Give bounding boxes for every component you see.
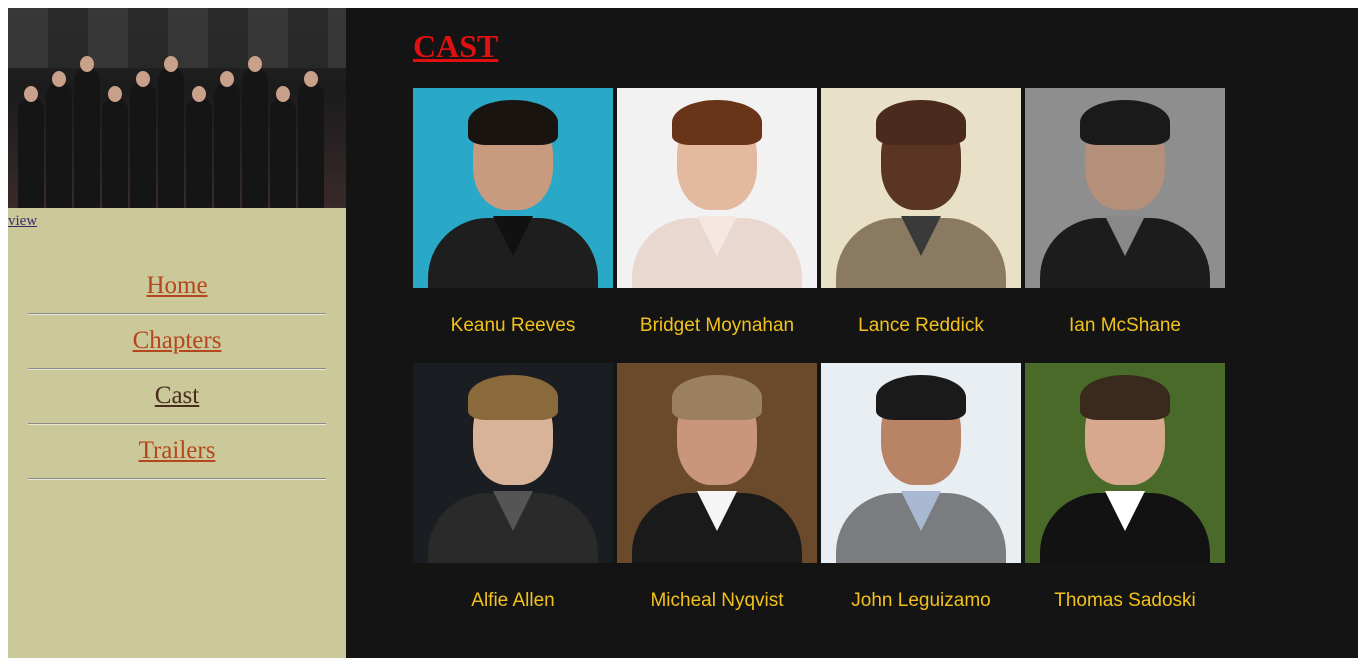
photo-hair bbox=[1080, 375, 1170, 420]
cast-name: Keanu Reeves bbox=[450, 314, 576, 336]
banner-figure bbox=[18, 98, 44, 208]
main-content: CAST Keanu Reeves Bridget Moynahan Lance R… bbox=[346, 8, 1358, 658]
page-title: CAST bbox=[413, 28, 499, 64]
banner-face bbox=[52, 71, 66, 87]
banner-face bbox=[276, 86, 290, 102]
cast-grid: Keanu Reeves Bridget Moynahan Lance Reddic… bbox=[413, 88, 1225, 638]
cast-card: Micheal Nyqvist bbox=[617, 363, 817, 638]
photo-hair bbox=[672, 375, 762, 420]
cast-photo bbox=[821, 88, 1021, 288]
cast-name: Alfie Allen bbox=[471, 589, 555, 611]
nav-link-trailers[interactable]: Trailers bbox=[139, 437, 216, 464]
banner-face bbox=[192, 86, 206, 102]
cast-photo bbox=[413, 363, 613, 563]
banner-figure bbox=[214, 83, 240, 208]
cast-card: Lance Reddick bbox=[821, 88, 1021, 363]
photo-hair bbox=[1080, 100, 1170, 145]
banner-face bbox=[164, 56, 178, 72]
banner-face bbox=[108, 86, 122, 102]
banner-face bbox=[80, 56, 94, 72]
photo-hair bbox=[876, 375, 966, 420]
sidebar-item-home: Home bbox=[28, 259, 326, 314]
sidebar-item-chapters: Chapters bbox=[28, 314, 326, 369]
sidebar-nav: Home Chapters Cast Trailers bbox=[8, 259, 346, 479]
banner-figure bbox=[102, 98, 128, 208]
banner-figure bbox=[46, 83, 72, 208]
cast-photo bbox=[413, 88, 613, 288]
cast-card: Alfie Allen bbox=[413, 363, 613, 638]
banner-face bbox=[136, 71, 150, 87]
cast-card: Keanu Reeves bbox=[413, 88, 613, 363]
banner-figure bbox=[270, 98, 296, 208]
cast-name: Thomas Sadoski bbox=[1054, 589, 1196, 611]
banner-figure bbox=[74, 68, 100, 208]
cast-banner-image bbox=[8, 8, 346, 208]
banner-face bbox=[24, 86, 38, 102]
nav-link-chapters[interactable]: Chapters bbox=[133, 327, 222, 354]
sidebar-item-trailers: Trailers bbox=[28, 424, 326, 479]
photo-hair bbox=[468, 375, 558, 420]
banner-figure bbox=[130, 83, 156, 208]
cast-name: Micheal Nyqvist bbox=[650, 589, 784, 611]
banner-figure bbox=[158, 68, 184, 208]
sidebar-item-cast: Cast bbox=[28, 369, 326, 424]
nav-link-home[interactable]: Home bbox=[146, 272, 207, 299]
photo-hair bbox=[468, 100, 558, 145]
banner-figure bbox=[186, 98, 212, 208]
photo-hair bbox=[672, 100, 762, 145]
sidebar: view Home Chapters Cast Trailers bbox=[8, 8, 346, 658]
cast-photo bbox=[617, 363, 817, 563]
photo-hair bbox=[876, 100, 966, 145]
cast-name: Bridget Moynahan bbox=[639, 314, 795, 336]
cast-card: Thomas Sadoski bbox=[1025, 363, 1225, 638]
cast-card: Bridget Moynahan bbox=[617, 88, 817, 363]
banner-face bbox=[304, 71, 318, 87]
banner-face bbox=[248, 56, 262, 72]
cast-photo bbox=[821, 363, 1021, 563]
banner-face bbox=[220, 71, 234, 87]
cast-photo bbox=[1025, 88, 1225, 288]
cast-photo bbox=[1025, 363, 1225, 563]
banner-figure bbox=[298, 83, 324, 208]
view-link[interactable]: view bbox=[8, 213, 346, 229]
banner-figure bbox=[242, 68, 268, 208]
cast-name: Lance Reddick bbox=[858, 314, 984, 336]
cast-name: John Leguizamo bbox=[851, 589, 991, 611]
cast-photo bbox=[617, 88, 817, 288]
cast-card: John Leguizamo bbox=[821, 363, 1021, 638]
nav-link-cast[interactable]: Cast bbox=[155, 382, 199, 409]
cast-name: Ian McShane bbox=[1069, 314, 1181, 336]
cast-card: Ian McShane bbox=[1025, 88, 1225, 363]
